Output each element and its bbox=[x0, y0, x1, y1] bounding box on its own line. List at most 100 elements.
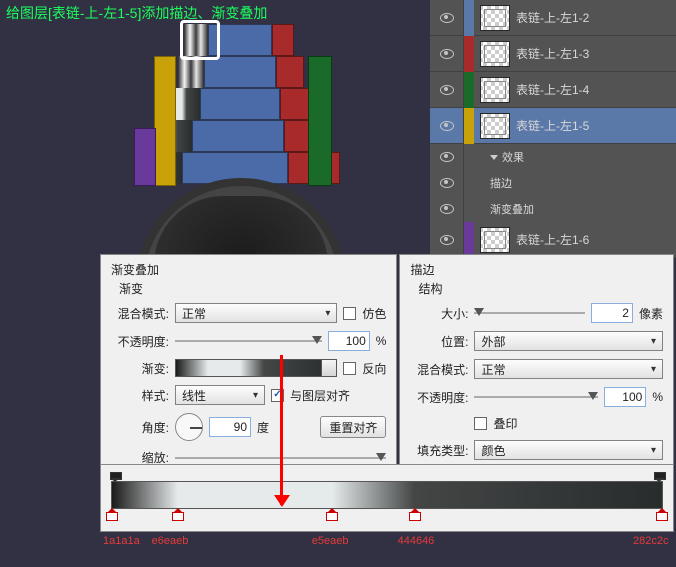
stop-hex-label: e6eaeb bbox=[152, 535, 189, 547]
overprint-label: 叠印 bbox=[493, 415, 517, 432]
stop-hex-label: 444646 bbox=[398, 535, 435, 547]
effect-name: 效果 bbox=[502, 149, 524, 165]
layer-color-strip bbox=[464, 222, 474, 258]
gradient-stop[interactable] bbox=[409, 508, 421, 520]
opacity-slider[interactable] bbox=[175, 334, 322, 348]
layer-name: 表链-上-左1-3 bbox=[516, 45, 589, 62]
visibility-toggle[interactable] bbox=[430, 0, 464, 36]
eye-icon bbox=[440, 152, 454, 162]
eye-icon bbox=[440, 49, 454, 59]
dither-label: 仿色 bbox=[362, 305, 386, 322]
layer-name: 表链-上-左1-4 bbox=[516, 81, 589, 98]
gradient-stop[interactable] bbox=[656, 508, 668, 520]
angle-dial[interactable] bbox=[175, 413, 203, 441]
size-label: 大小: bbox=[410, 305, 468, 322]
chevron-down-icon: ▾ bbox=[651, 336, 656, 347]
opacity-label: 不透明度: bbox=[410, 389, 468, 406]
gradient-stop[interactable] bbox=[172, 508, 184, 520]
eye-icon bbox=[440, 235, 454, 245]
blend-mode-select[interactable]: 正常▾ bbox=[474, 359, 663, 379]
visibility-toggle[interactable] bbox=[430, 108, 464, 144]
effect-row[interactable]: 效果 bbox=[430, 144, 676, 170]
layer-name: 表链-上-左1-5 bbox=[516, 117, 589, 134]
group-label: 结构 bbox=[418, 280, 663, 297]
eye-icon bbox=[440, 13, 454, 23]
visibility-toggle[interactable] bbox=[430, 170, 464, 196]
eye-icon bbox=[440, 121, 454, 131]
visibility-toggle[interactable] bbox=[430, 72, 464, 108]
stop-hex-label: e5eaeb bbox=[312, 535, 349, 547]
opacity-unit: % bbox=[376, 334, 387, 348]
effect-row[interactable]: 渐变叠加 bbox=[430, 196, 676, 222]
size-input[interactable]: 2 bbox=[591, 303, 633, 323]
eye-icon bbox=[440, 204, 454, 214]
gradient-picker[interactable] bbox=[175, 359, 337, 377]
layer-color-strip bbox=[464, 72, 474, 108]
annotation-arrow-icon bbox=[280, 355, 283, 505]
visibility-toggle[interactable] bbox=[430, 144, 464, 170]
overprint-checkbox[interactable] bbox=[474, 417, 487, 430]
opacity-slider[interactable] bbox=[474, 390, 598, 404]
layer-thumbnail bbox=[480, 5, 510, 31]
angle-input[interactable]: 90 bbox=[209, 417, 251, 437]
angle-label: 角度: bbox=[111, 419, 169, 436]
align-label: 与图层对齐 bbox=[290, 387, 350, 404]
gradient-stop[interactable] bbox=[106, 508, 118, 520]
gradient-editor: 1a1a1ae6eaebe5eaeb444646282c2c bbox=[100, 464, 674, 532]
style-select[interactable]: 线性▾ bbox=[175, 385, 265, 405]
layer-row[interactable]: 表链-上-左1-5 bbox=[430, 108, 676, 144]
chevron-down-icon: ▾ bbox=[651, 364, 656, 375]
watch-preview bbox=[80, 16, 400, 241]
angle-unit: 度 bbox=[257, 419, 269, 436]
layers-panel: 表链-上-左1-2 表链-上-左1-3 表链-上-左1-4 表链-上-左1-5 效果描边… bbox=[430, 0, 676, 258]
effect-name: 描边 bbox=[490, 175, 512, 191]
panel-title: 渐变叠加 bbox=[111, 261, 386, 278]
opacity-input[interactable]: 100 bbox=[328, 331, 370, 351]
gradient-label: 渐变: bbox=[111, 360, 169, 377]
layer-row[interactable]: 表链-上-左1-6 bbox=[430, 222, 676, 258]
layer-name: 表链-上-左1-2 bbox=[516, 9, 589, 26]
reverse-label: 反向 bbox=[362, 360, 386, 377]
visibility-toggle[interactable] bbox=[430, 222, 464, 258]
filltype-select[interactable]: 颜色▾ bbox=[474, 440, 663, 460]
layer-color-strip bbox=[464, 36, 474, 72]
filltype-label: 填充类型: bbox=[410, 442, 468, 459]
chevron-down-icon: ▾ bbox=[651, 445, 656, 456]
layer-name: 表链-上-左1-6 bbox=[516, 231, 589, 248]
visibility-toggle[interactable] bbox=[430, 196, 464, 222]
eye-icon bbox=[440, 85, 454, 95]
visibility-toggle[interactable] bbox=[430, 36, 464, 72]
opacity-unit: % bbox=[652, 390, 663, 404]
reset-align-button[interactable]: 重置对齐 bbox=[320, 416, 386, 438]
position-label: 位置: bbox=[410, 333, 468, 350]
layer-thumbnail bbox=[480, 113, 510, 139]
triangle-down-icon bbox=[490, 155, 498, 160]
layer-row[interactable]: 表链-上-左1-3 bbox=[430, 36, 676, 72]
eye-icon bbox=[440, 178, 454, 188]
dither-checkbox[interactable] bbox=[343, 307, 356, 320]
stop-hex-label: 282c2c bbox=[633, 535, 668, 547]
size-slider[interactable] bbox=[474, 306, 585, 320]
layer-color-strip bbox=[464, 0, 474, 36]
chevron-down-icon: ▾ bbox=[253, 390, 258, 401]
gradient-stop[interactable] bbox=[326, 508, 338, 520]
gradient-bar[interactable] bbox=[111, 481, 663, 509]
layer-thumbnail bbox=[480, 77, 510, 103]
group-label: 渐变 bbox=[119, 280, 386, 297]
layer-thumbnail bbox=[480, 41, 510, 67]
effect-row[interactable]: 描边 bbox=[430, 170, 676, 196]
reverse-checkbox[interactable] bbox=[343, 362, 356, 375]
panel-title: 描边 bbox=[410, 261, 663, 278]
opacity-label: 不透明度: bbox=[111, 333, 169, 350]
size-unit: 像素 bbox=[639, 305, 663, 322]
position-select[interactable]: 外部▾ bbox=[474, 331, 663, 351]
blend-mode-label: 混合模式: bbox=[410, 361, 468, 378]
highlight-box bbox=[180, 20, 220, 60]
blend-mode-select[interactable]: 正常▾ bbox=[175, 303, 337, 323]
layer-row[interactable]: 表链-上-左1-4 bbox=[430, 72, 676, 108]
opacity-input[interactable]: 100 bbox=[604, 387, 646, 407]
style-label: 样式: bbox=[111, 387, 169, 404]
layer-row[interactable]: 表链-上-左1-2 bbox=[430, 0, 676, 36]
layer-color-strip bbox=[464, 108, 474, 144]
layer-thumbnail bbox=[480, 227, 510, 253]
